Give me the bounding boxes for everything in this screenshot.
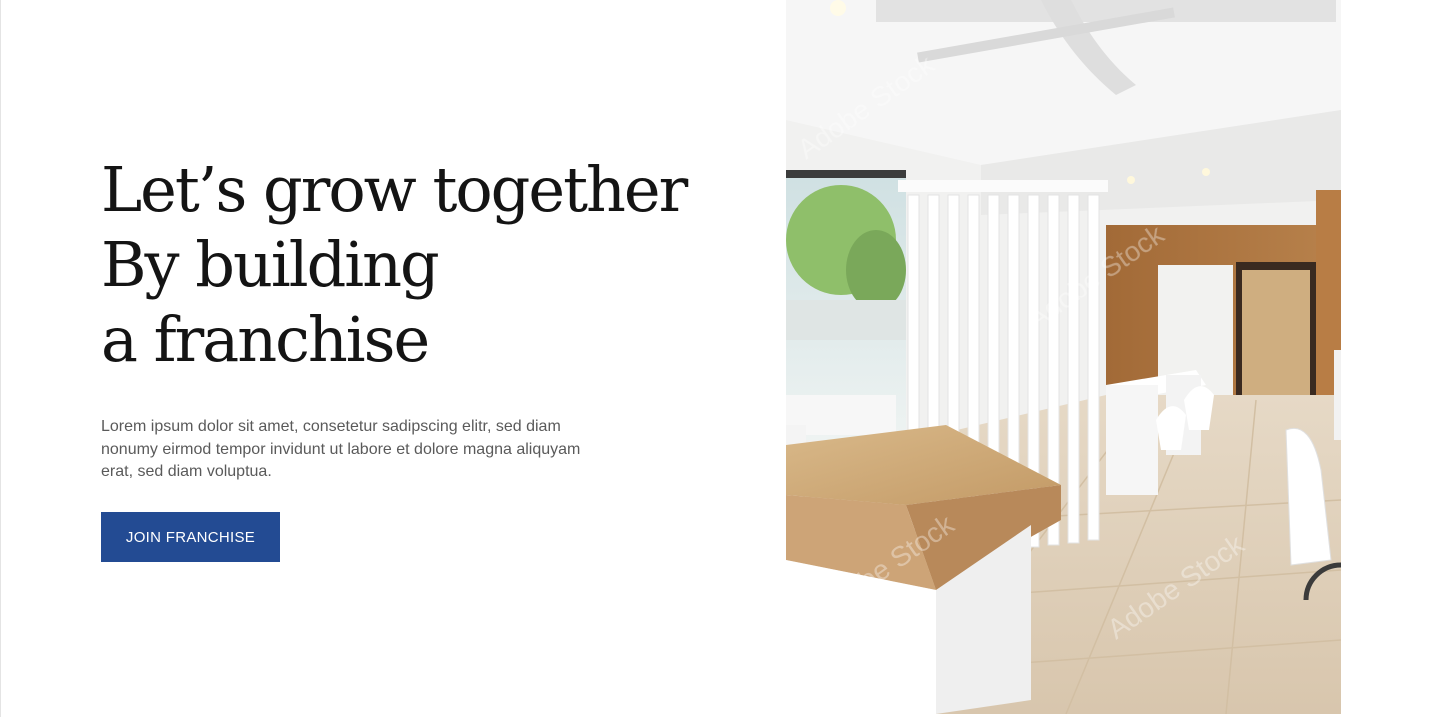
salon-interior-illustration: Adobe Stock Adobe Stock Adobe Stock Adob… [786, 0, 1341, 714]
hero-description: Lorem ipsum dolor sit amet, consetetur s… [101, 418, 581, 480]
hero-text-block: Let’s grow together By building a franch… [101, 152, 721, 377]
headline-line-2: By building [101, 228, 440, 301]
franchise-hero-page: Let’s grow together By building a franch… [0, 0, 1439, 717]
headline-line-1: Let’s grow together [101, 153, 688, 226]
join-franchise-button[interactable]: JOIN FRANCHISE [101, 512, 280, 562]
salon-interior-image: Adobe Stock Adobe Stock Adobe Stock Adob… [786, 0, 1341, 714]
hero-headline: Let’s grow together By building a franch… [101, 152, 721, 377]
headline-line-3: a franchise [101, 303, 430, 376]
